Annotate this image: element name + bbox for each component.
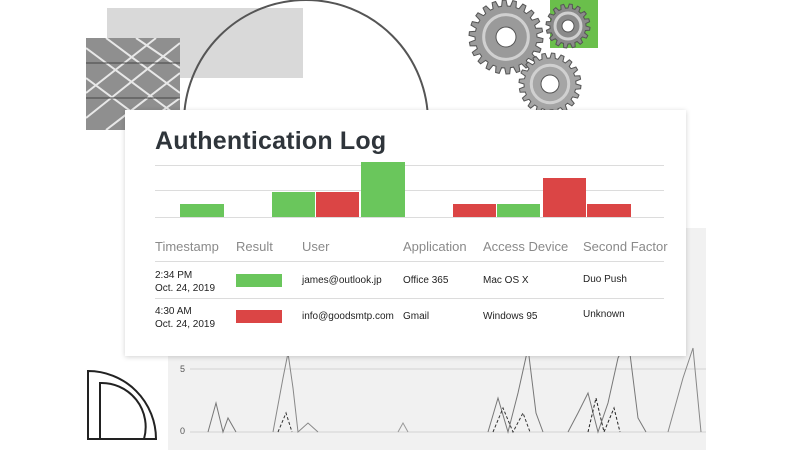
quarter-circle-icon [87, 369, 158, 440]
result-bar-failure [453, 204, 496, 217]
user-cell: james@outlook.jp [302, 275, 382, 286]
chart-gridline [155, 165, 664, 166]
timestamp-time: 4:30 AM [155, 306, 192, 317]
row-divider [155, 261, 664, 262]
second-factor-cell: Duo Push [583, 274, 627, 285]
result-bar-failure [587, 204, 631, 217]
gears [468, 0, 591, 116]
user-cell: info@goodsmtp.com [302, 311, 394, 322]
gear-icon [468, 0, 544, 75]
result-bar-success [272, 192, 315, 217]
authentication-log-card: Authentication Log Timestamp Result User… [125, 110, 686, 356]
application-cell: Gmail [403, 311, 430, 322]
row-divider [155, 298, 664, 299]
column-header-application: Application [403, 239, 467, 254]
card-title: Authentication Log [155, 127, 387, 155]
application-cell: Office 365 [403, 275, 449, 286]
column-header-timestamp: Timestamp [155, 239, 219, 254]
second-factor-cell: Unknown [583, 309, 625, 320]
result-failure-indicator [236, 310, 282, 323]
chart-gridline [155, 190, 664, 191]
background-chart-tick: 5 [180, 364, 186, 374]
gear-icon [518, 52, 582, 116]
column-header-access-device: Access Device [483, 239, 569, 254]
result-success-indicator [236, 274, 282, 287]
chart-baseline [155, 217, 664, 218]
result-bar-success [497, 204, 540, 217]
result-bar-failure [543, 178, 586, 217]
access-device-cell: Mac OS X [483, 275, 529, 286]
result-bar-failure [316, 192, 359, 217]
result-bar-success [180, 204, 224, 217]
gear-icon [545, 3, 591, 49]
background-chart-tick: 0 [180, 426, 186, 436]
access-device-cell: Windows 95 [483, 311, 538, 322]
timestamp-date: Oct. 24, 2019 [155, 319, 216, 330]
timestamp-date: Oct. 24, 2019 [155, 283, 216, 294]
column-header-result: Result [236, 239, 273, 254]
column-header-second-factor: Second Factor [583, 239, 668, 254]
result-bar-success [361, 162, 405, 217]
column-header-user: User [302, 239, 330, 254]
timestamp-time: 2:34 PM [155, 270, 193, 281]
